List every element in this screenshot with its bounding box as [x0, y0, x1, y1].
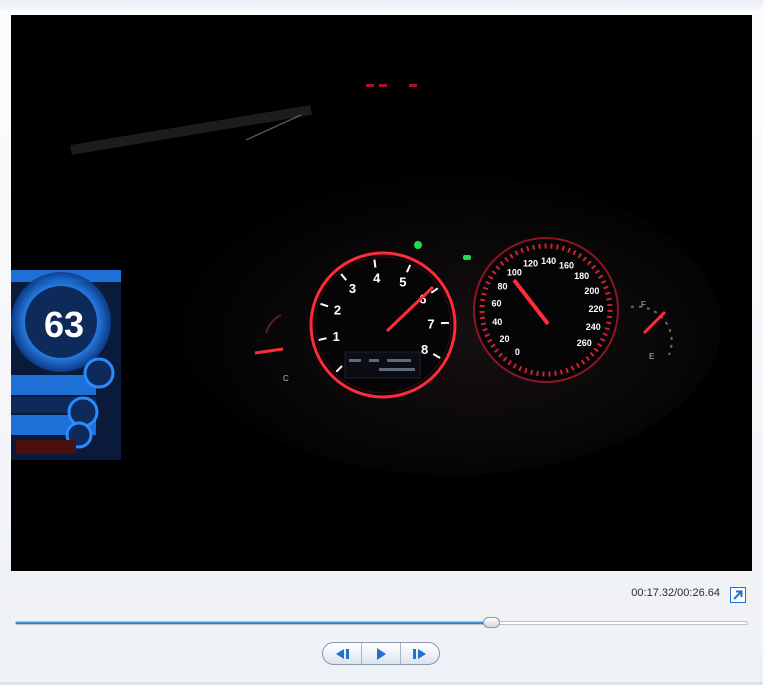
tacho-label: 4: [373, 270, 381, 285]
speedo-label: 40: [492, 317, 502, 327]
speedo-label: 120: [523, 258, 538, 268]
next-frame-button[interactable]: [401, 643, 439, 664]
play-icon: [377, 647, 386, 660]
skip-next-icon: [413, 648, 426, 659]
speedo-label: 60: [492, 299, 502, 309]
seek-bar[interactable]: [15, 621, 748, 625]
tacho-label: 3: [349, 281, 356, 296]
odometer-display: [344, 351, 421, 379]
speedo-label: 220: [588, 304, 603, 314]
speedo-label: 80: [498, 281, 508, 291]
red-indicator-light: [366, 84, 374, 87]
svg-text:E: E: [649, 352, 654, 361]
speedo-label: 240: [586, 322, 601, 332]
green-indicator-icon: [414, 241, 422, 249]
window-top-strip: [0, 0, 763, 10]
speedo-label: 100: [507, 267, 522, 277]
time-display: 00:17.32/00:26.64: [631, 587, 720, 599]
red-indicator-light: [379, 84, 387, 87]
svg-text:C: C: [283, 374, 289, 383]
tacho-label: 8: [421, 342, 428, 357]
speedometer-gauge: 0 20 40 60 80 100120 140 160180 200 220 240 260: [473, 237, 619, 383]
svg-text:F: F: [641, 300, 646, 309]
speedo-label: 0: [515, 347, 520, 357]
phone-app-display: 63: [11, 270, 121, 460]
popout-icon: [730, 587, 746, 603]
skip-previous-icon: [336, 648, 349, 659]
tacho-tick: [373, 259, 377, 268]
tacho-label: 5: [399, 274, 406, 289]
speedo-label: 160: [559, 260, 574, 270]
tacho-label: 1: [333, 329, 340, 344]
video-frame[interactable]: 012345678 020406080100120140160180200220…: [11, 15, 752, 571]
tacho-label: 2: [334, 303, 341, 318]
previous-frame-button[interactable]: [323, 643, 362, 664]
play-button[interactable]: [362, 643, 401, 664]
app-speed-value: 63: [44, 304, 84, 345]
green-indicator-icon: [463, 255, 471, 260]
seek-bar-thumb[interactable]: [482, 617, 500, 628]
speedo-label: 260: [577, 338, 592, 348]
red-indicator-light: [409, 84, 417, 87]
speedo-label: 200: [584, 286, 599, 296]
tacho-label: 7: [427, 316, 434, 331]
speedo-label: 20: [499, 334, 509, 344]
playback-controls: [322, 642, 440, 665]
video-scene: 012345678 020406080100120140160180200220…: [11, 15, 752, 571]
speedo-label: 180: [574, 271, 589, 281]
seek-bar-progress: [16, 622, 492, 624]
popout-button[interactable]: [730, 587, 746, 603]
speedo-label: 140: [541, 256, 556, 266]
